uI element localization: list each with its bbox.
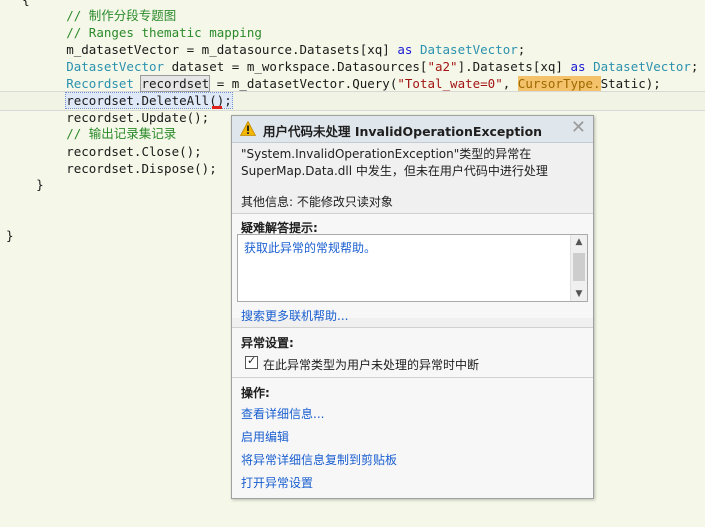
code-token: }	[6, 177, 44, 192]
break-on-exception-checkbox[interactable]	[245, 354, 258, 369]
code-token: DatasetVector	[593, 59, 691, 74]
search-online-help-link[interactable]: 搜索更多联机帮助...	[241, 307, 348, 324]
code-token: recordset.DeleteAll();	[65, 92, 233, 109]
code-token: Static);	[600, 76, 661, 91]
code-line[interactable]: recordset.Dispose();	[6, 160, 217, 177]
code-line[interactable]: DatasetVector dataset = m_workspace.Data…	[6, 58, 698, 75]
actions-title: 操作:	[241, 386, 270, 400]
copy-exception-link[interactable]: 将异常详细信息复制到剪贴板	[241, 451, 397, 468]
scroll-up-icon[interactable]: ▲	[571, 235, 587, 249]
code-line[interactable]: recordset.Update();	[6, 109, 209, 126]
code-token: ,	[502, 76, 518, 91]
code-token: "a2"	[427, 59, 458, 74]
code-token: CursorType.	[517, 76, 601, 91]
scroll-thumb[interactable]	[573, 253, 585, 281]
code-line[interactable]: }	[6, 227, 14, 244]
code-line[interactable]: // 输出记录集记录	[6, 125, 176, 142]
code-token: // 输出记录集记录	[66, 126, 177, 141]
warning-icon	[240, 121, 256, 136]
exception-message: "System.InvalidOperationException"类型的异常在…	[241, 146, 581, 180]
popup-title: 用户代码未处理 InvalidOperationException	[263, 124, 543, 139]
code-token: // Ranges thematic mapping	[66, 25, 262, 40]
troubleshooting-tips-box: 获取此异常的常规帮助。 ▲ ▼	[237, 234, 588, 302]
code-token: recordset.Dispose();	[6, 161, 217, 176]
code-line[interactable]: }	[6, 176, 44, 193]
code-line[interactable]: // Ranges thematic mapping	[6, 24, 262, 41]
code-token: recordset.Close();	[6, 144, 202, 159]
code-token: as	[570, 59, 586, 74]
code-token: recordset	[140, 75, 211, 92]
exception-message-line2: SuperMap.Data.dll 中发生，但未在用户代码中进行处理	[241, 164, 548, 178]
code-token: = m_datasetVector.Query(	[209, 76, 398, 91]
code-line[interactable]: // 制作分段专题图	[6, 7, 176, 24]
code-token: m_datasetVector = m_datasource.Datasets[…	[6, 42, 398, 57]
code-token: DatasetVector	[66, 59, 165, 74]
code-token: ;	[690, 59, 699, 74]
additional-info: 其他信息: 不能修改只读对象	[241, 195, 393, 209]
open-exception-settings-link[interactable]: 打开异常设置	[241, 474, 313, 491]
exception-popup: 用户代码未处理 InvalidOperationException ✕ "Sys…	[231, 115, 594, 499]
code-token: ;	[517, 42, 526, 57]
code-token: recordset.Update();	[6, 110, 210, 125]
break-on-exception-label[interactable]: 在此异常类型为用户未处理的异常时中断	[263, 356, 479, 373]
exception-settings-title: 异常设置:	[241, 336, 294, 350]
tips-scrollbar[interactable]: ▲ ▼	[570, 235, 587, 301]
code-token: as	[397, 42, 413, 57]
enable-editing-link[interactable]: 启用编辑	[241, 428, 289, 445]
close-icon[interactable]: ✕	[571, 118, 586, 138]
code-token: }	[6, 228, 14, 243]
code-token: dataset = m_workspace.Datasources[	[164, 59, 428, 74]
exception-message-line1: "System.InvalidOperationException"类型的异常在	[241, 147, 532, 161]
code-line[interactable]: m_datasetVector = m_datasource.Datasets[…	[6, 41, 525, 58]
scroll-down-icon[interactable]: ▼	[571, 287, 587, 301]
general-help-link[interactable]: 获取此异常的常规帮助。	[244, 239, 376, 256]
code-token: Recordset	[66, 76, 134, 91]
code-token: DatasetVector	[419, 42, 518, 57]
code-line[interactable]: Recordset recordset = m_datasetVector.Qu…	[6, 75, 661, 92]
code-token: // 制作分段专题图	[66, 8, 177, 23]
code-line[interactable]: recordset.Close();	[6, 143, 202, 160]
error-marker	[212, 106, 222, 109]
view-details-link[interactable]: 查看详细信息...	[241, 405, 324, 422]
code-token: "Total_wate=0"	[397, 76, 503, 91]
code-line[interactable]: recordset.DeleteAll();	[6, 92, 233, 109]
popup-header: 用户代码未处理 InvalidOperationException ✕	[232, 116, 593, 143]
code-token: ].Datasets[xq]	[457, 59, 571, 74]
